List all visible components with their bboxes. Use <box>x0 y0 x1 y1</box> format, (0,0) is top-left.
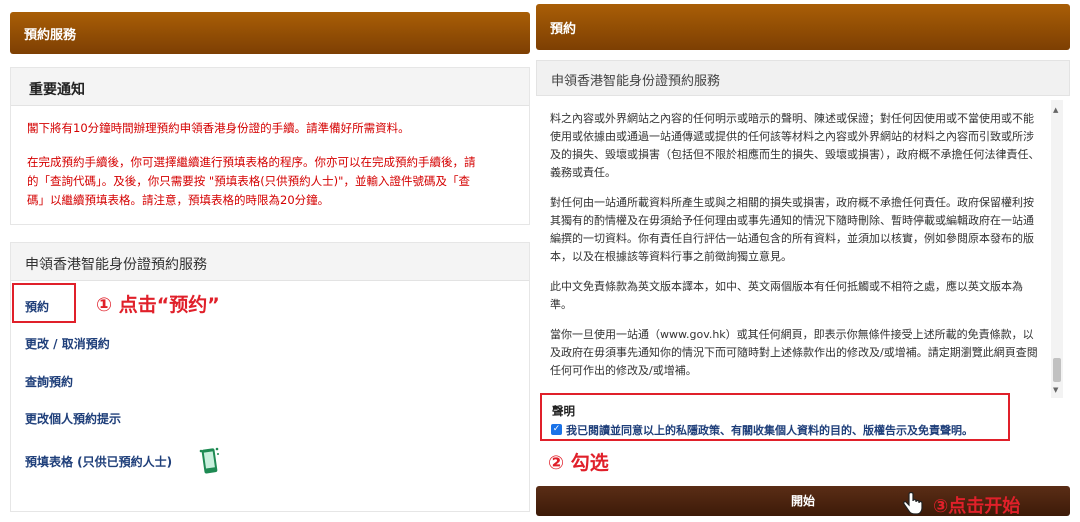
scrollbar[interactable]: ▲ ▼ <box>1051 100 1063 398</box>
notice-paragraph-2-line-2: 的「查詢代碼」。及後，你只需要按 "預填表格(只供預約人士)"，並輸入證件號碼及… <box>27 174 470 188</box>
disclaimer-scroll-area[interactable]: 料之內容或外界網站之內容的任何明示或暗示的聲明、陳述或保證；對任何因使用或不當使… <box>540 100 1067 398</box>
disclaimer-paragraph-4: 當你一旦使用一站通（www.gov.hk）或其任何網頁，即表示你無條件接受上述所… <box>550 328 1038 377</box>
scroll-up-arrow-icon[interactable]: ▲ <box>1053 106 1058 114</box>
declaration-checkbox[interactable]: ✓ <box>551 424 562 435</box>
important-notice: 重要通知 閣下將有10分鐘時間辦理預約申領香港身份證的手續。請準備好所需資料。 … <box>10 67 530 225</box>
annotation-step-3: ③点击开始 <box>933 496 1021 517</box>
appointment-header: 預約 <box>536 4 1070 50</box>
service-subtitle: 申領香港智能身份證預約服務 <box>536 60 1070 96</box>
link-prefill-form[interactable]: 預填表格 (只供已預約人士) <box>25 453 172 470</box>
appointment-service-header: 預約服務 <box>10 12 530 54</box>
notice-paragraph-2-line-3: 碼」以繼續預填表格。請注意，預填表格的時限為20分鐘。 <box>27 193 330 207</box>
disclaimer-paragraph-1: 料之內容或外界網站之內容的任何明示或暗示的聲明、陳述或保證；對任何因使用或不當使… <box>550 112 1040 179</box>
notice-paragraph-2-line-1: 在完成預約手續後，你可選擇繼續進行預填表格的程序。你亦可以在完成預約手續後，請 <box>27 155 476 169</box>
service-panel: 申領香港智能身份證預約服務 預約 更改 / 取消預約 查詢預約 更改個人預約提示… <box>10 242 530 512</box>
highlight-box-appointment <box>12 283 76 323</box>
service-title: 申領香港智能身份證預約服務 <box>11 243 529 281</box>
disclaimer-text: 料之內容或外界網站之內容的任何明示或暗示的聲明、陳述或保證；對任何因使用或不當使… <box>550 110 1040 392</box>
mobile-phone-icon <box>199 447 219 474</box>
annotation-step-2: ② 勾选 <box>548 452 609 474</box>
link-change-cancel-appointment[interactable]: 更改 / 取消預約 <box>25 335 110 352</box>
scroll-down-arrow-icon[interactable]: ▼ <box>1053 386 1058 394</box>
declaration-title: 聲明 <box>552 404 575 418</box>
right-panel: 預約 申領香港智能身份證預約服務 料之內容或外界網站之內容的任何明示或暗示的聲明… <box>536 0 1080 522</box>
annotation-step-1: ① 点击“预约” <box>96 294 220 316</box>
declaration-label: 我已閱讀並同意以上的私隱政策、有關收集個人資料的目的、版權告示及免責聲明。 <box>566 424 973 437</box>
hand-cursor-icon <box>903 492 923 515</box>
left-panel: 預約服務 重要通知 閣下將有10分鐘時間辦理預約申領香港身份證的手續。請準備好所… <box>0 0 530 522</box>
disclaimer-paragraph-3: 此中文免責條款為英文版本譯本，如中、英文兩個版本有任何抵觸或不相符之處，應以英文… <box>550 280 1023 311</box>
notice-paragraph-1: 閣下將有10分鐘時間辦理預約申領香港身份證的手續。請準備好所需資料。 <box>27 121 410 135</box>
link-change-reminder[interactable]: 更改個人預約提示 <box>25 410 121 427</box>
notice-title: 重要通知 <box>11 68 529 106</box>
scrollbar-thumb[interactable] <box>1053 358 1061 382</box>
disclaimer-paragraph-2: 對任何由一站通所載資料所產生或與之相關的損失或損害，政府概不承擔任何責任。政府保… <box>550 196 1034 263</box>
link-enquire-appointment[interactable]: 查詢預約 <box>25 373 73 390</box>
